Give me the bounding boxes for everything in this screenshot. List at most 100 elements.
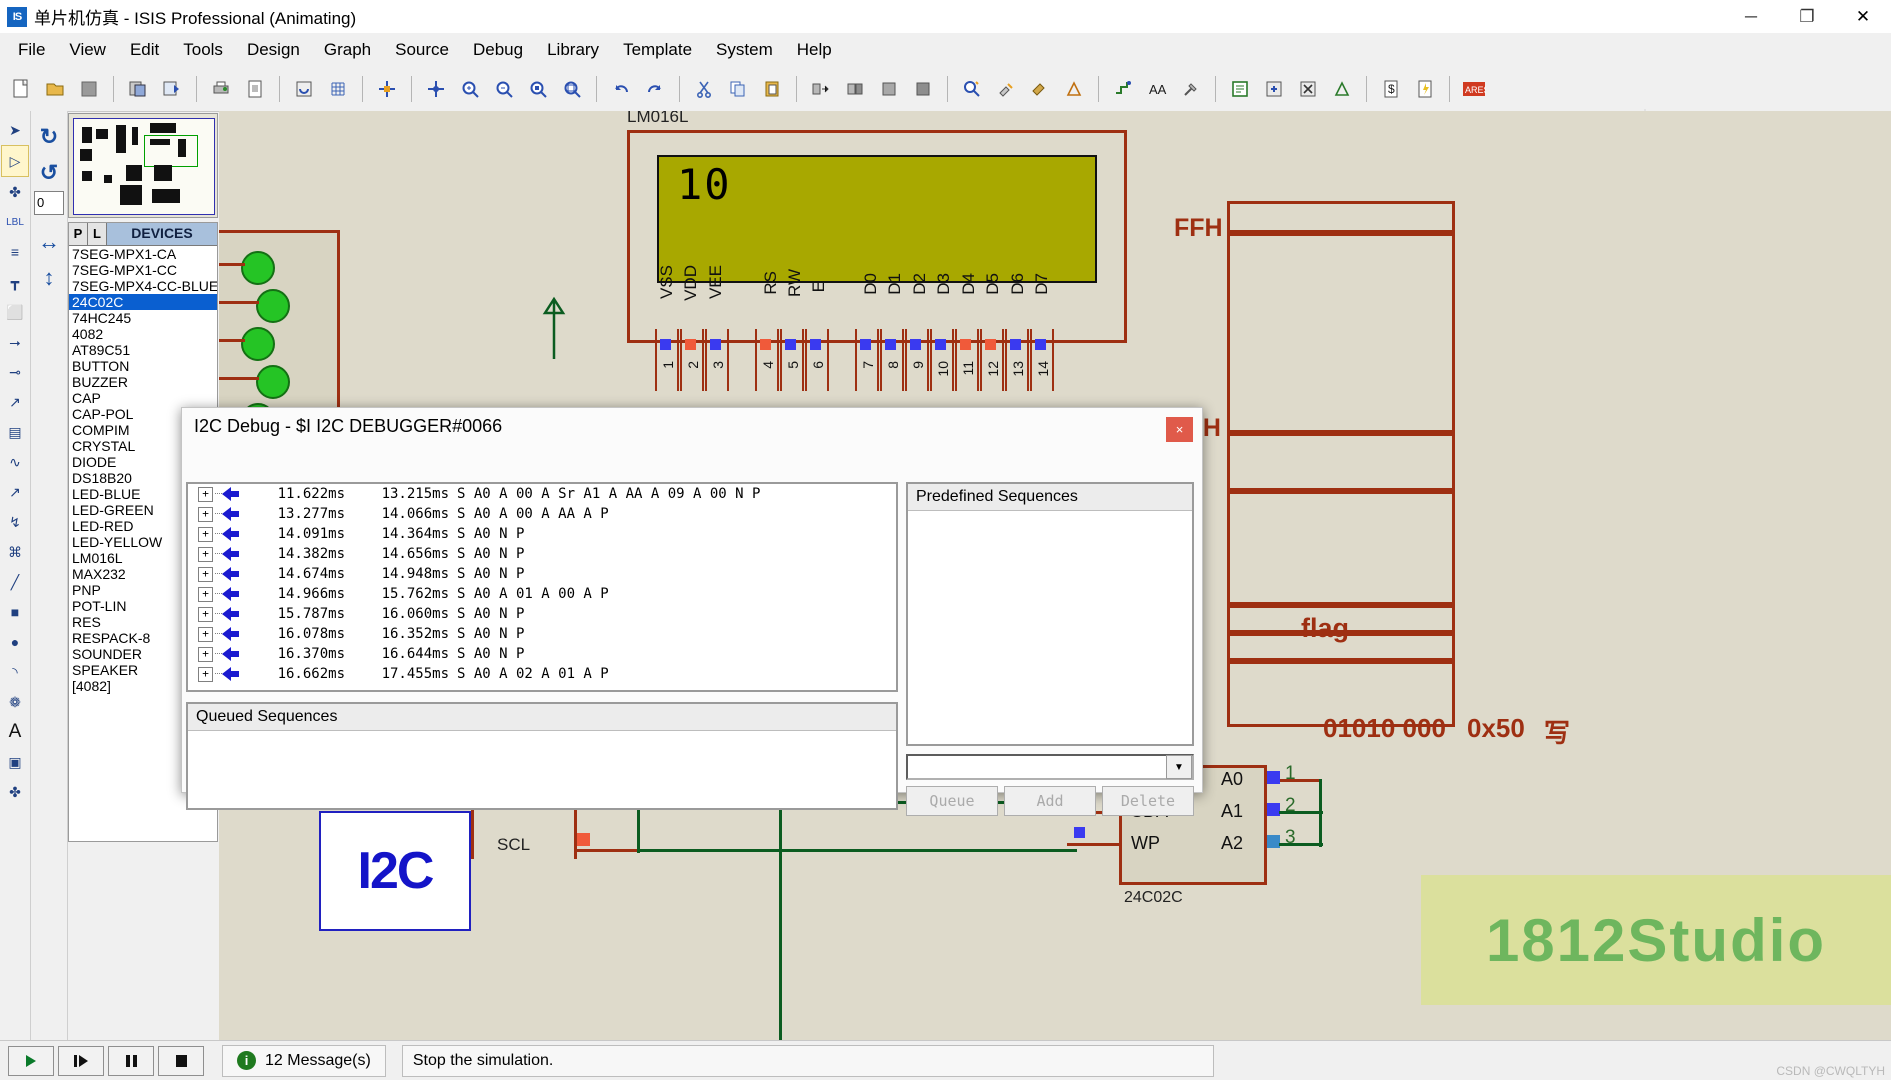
text-script-icon[interactable]: ≡ [2,237,28,267]
expand-icon[interactable]: + [198,486,213,502]
import-section-icon[interactable] [123,74,153,104]
table-row[interactable]: + 16.662ms 17.455ms S A0 A 02 A 01 A P [188,664,896,684]
i2c-debug-dialog[interactable]: I2C Debug - $I I2C DEBUGGER#0066 × + 11.… [181,407,1203,816]
expand-icon[interactable]: + [198,626,213,642]
current-probe-icon[interactable]: ↯ [2,507,28,537]
table-row[interactable]: + 14.966ms 15.762ms S A0 A 01 A 00 A P [188,584,896,604]
generator-mode-icon[interactable]: ∿ [2,447,28,477]
pause-button[interactable] [108,1045,154,1076]
delete-button[interactable]: Delete [1102,786,1194,816]
menu-tools[interactable]: Tools [171,36,235,64]
wire-autorouter-icon[interactable] [1108,74,1138,104]
paste-icon[interactable] [757,74,787,104]
origin-icon[interactable] [372,74,402,104]
exit-sheet-icon[interactable] [1327,74,1357,104]
message-count-cell[interactable]: i 12 Message(s) [222,1044,386,1077]
rotate-ccw-icon[interactable]: ↺ [40,160,58,186]
bill-of-materials-icon[interactable]: $ [1376,74,1406,104]
expand-icon[interactable]: + [198,606,213,622]
menu-file[interactable]: File [6,36,57,64]
menu-template[interactable]: Template [611,36,704,64]
list-item[interactable]: 7SEG-MPX4-CC-BLUE [69,278,217,294]
selection-mode-icon[interactable]: ➤ [2,115,28,145]
list-item[interactable]: CAP [69,390,217,406]
block-move-icon[interactable] [840,74,870,104]
i2c-debugger-block[interactable]: I2C [319,811,471,931]
menu-system[interactable]: System [704,36,785,64]
tape-recorder-icon[interactable]: ▤ [2,417,28,447]
sequence-combo[interactable]: ▼ [906,754,1194,780]
memory-block-top[interactable] [1227,201,1455,233]
text-tool-icon[interactable]: A [2,717,28,747]
copy-icon[interactable] [723,74,753,104]
print-area-icon[interactable] [240,74,270,104]
menu-graph[interactable]: Graph [312,36,383,64]
list-item-selected[interactable]: 24C02C [69,294,217,310]
print-icon[interactable] [206,74,236,104]
expand-icon[interactable]: + [198,646,213,662]
memory-block-lower[interactable] [1227,491,1455,605]
mirror-y-icon[interactable]: ↕ [44,265,55,291]
predefined-sequences-panel[interactable]: Predefined Sequences [906,482,1194,746]
table-row[interactable]: + 14.382ms 14.656ms S A0 N P [188,544,896,564]
menu-view[interactable]: View [57,36,118,64]
cut-icon[interactable] [689,74,719,104]
graph-mode-icon[interactable]: ↗ [2,387,28,417]
zoom-in-icon[interactable] [455,74,485,104]
erc-icon[interactable] [1410,74,1440,104]
virtual-instruments-icon[interactable]: ⌘ [2,537,28,567]
rotation-angle-input[interactable]: 0 [34,191,64,215]
new-sheet-icon[interactable] [1259,74,1289,104]
block-delete-icon[interactable] [908,74,938,104]
menu-source[interactable]: Source [383,36,461,64]
expand-icon[interactable]: + [198,586,213,602]
marker-tool-icon[interactable]: ✤ [2,777,28,807]
open-file-icon[interactable] [40,74,70,104]
menu-library[interactable]: Library [535,36,611,64]
menu-edit[interactable]: Edit [118,36,171,64]
list-item[interactable]: BUTTON [69,358,217,374]
memory-block-mid[interactable] [1227,433,1455,491]
stop-button[interactable] [158,1045,204,1076]
expand-icon[interactable]: + [198,506,213,522]
expand-icon[interactable]: + [198,566,213,582]
bus-icon[interactable]: ┳ [2,267,28,297]
mirror-x-icon[interactable]: ↔ [38,229,60,255]
arc-tool-icon[interactable]: ◝ [2,657,28,687]
list-item[interactable]: 4082 [69,326,217,342]
table-row[interactable]: + 14.091ms 14.364ms S A0 N P [188,524,896,544]
dialog-close-button[interactable]: × [1166,417,1193,442]
chevron-down-icon[interactable]: ▼ [1166,755,1192,779]
list-item[interactable]: BUZZER [69,374,217,390]
queued-sequences-panel[interactable]: Queued Sequences [186,702,898,810]
expand-icon[interactable]: + [198,526,213,542]
export-section-icon[interactable] [157,74,187,104]
component-mode-icon[interactable]: ▷ [1,145,29,177]
minimize-button[interactable]: ─ [1723,0,1779,33]
search-tag-icon[interactable]: AA [1142,74,1172,104]
voltage-probe-icon[interactable]: ↗ [2,477,28,507]
redo-icon[interactable] [640,74,670,104]
decompose-icon[interactable] [1059,74,1089,104]
table-row[interactable]: + 16.370ms 16.644ms S A0 N P [188,644,896,664]
undo-icon[interactable] [606,74,636,104]
ares-icon[interactable]: ARES [1459,74,1489,104]
device-pin-icon[interactable]: ⊸ [2,357,28,387]
design-explorer-icon[interactable] [1225,74,1255,104]
line-tool-icon[interactable]: ╱ [2,567,28,597]
make-device-icon[interactable] [991,74,1021,104]
menu-design[interactable]: Design [235,36,312,64]
close-button[interactable]: ✕ [1835,0,1891,33]
menu-debug[interactable]: Debug [461,36,535,64]
table-row[interactable]: + 14.674ms 14.948ms S A0 N P [188,564,896,584]
zoom-out-icon[interactable] [489,74,519,104]
devices-col-p[interactable]: P [69,223,88,245]
table-row[interactable]: + 15.787ms 16.060ms S A0 N P [188,604,896,624]
toggle-grid-icon[interactable] [323,74,353,104]
save-file-icon[interactable] [74,74,104,104]
remove-sheet-icon[interactable] [1293,74,1323,104]
zoom-area-icon[interactable] [523,74,553,104]
menu-help[interactable]: Help [785,36,844,64]
maximize-button[interactable]: ❐ [1779,0,1835,33]
table-row[interactable]: + 13.277ms 14.066ms S A0 A 00 A AA A P [188,504,896,524]
